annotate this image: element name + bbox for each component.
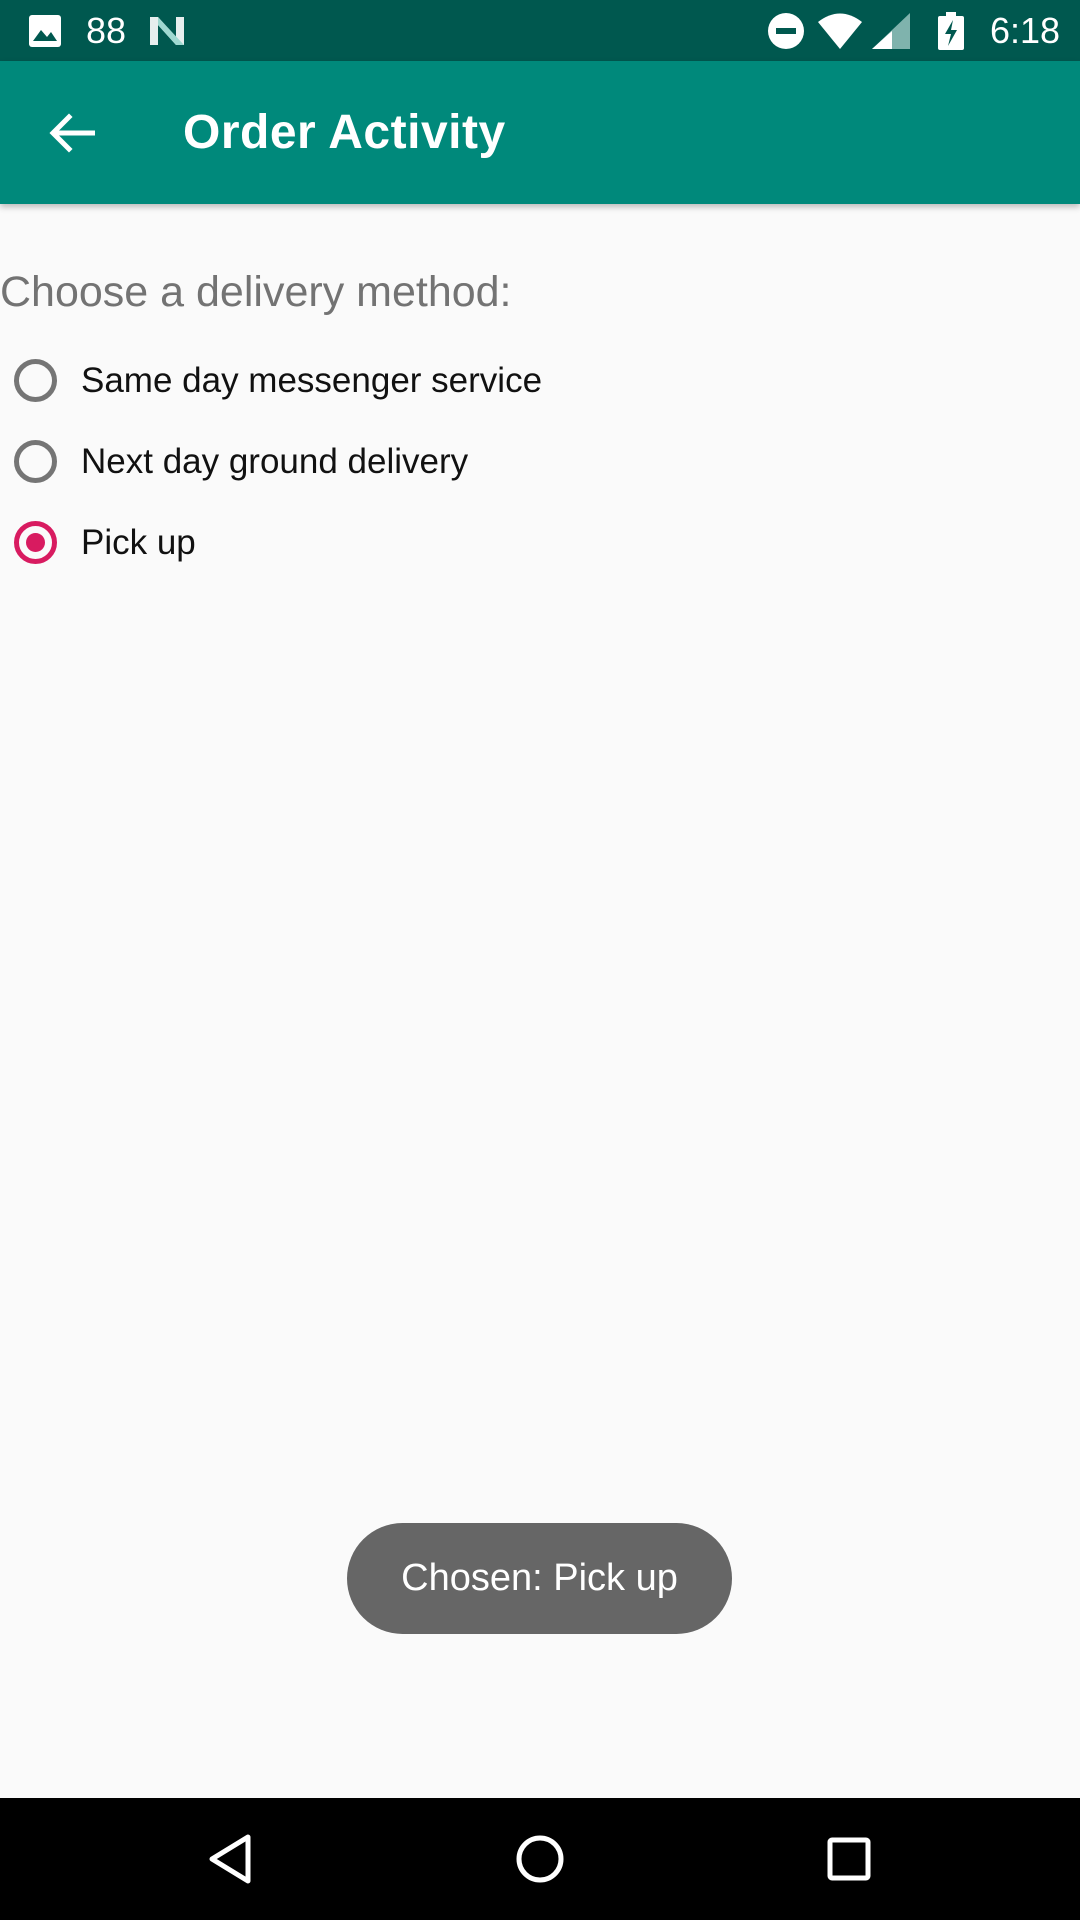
delivery-method-prompt: Choose a delivery method: (0, 268, 512, 316)
notification-count: 88 (86, 9, 127, 51)
arrow-back-icon (49, 113, 95, 153)
do-not-disturb-icon (767, 0, 805, 61)
status-bar: 88 6:18 (0, 0, 1080, 61)
nav-back-icon (209, 1834, 251, 1884)
photo-icon (28, 0, 62, 61)
nav-back-button[interactable] (181, 1809, 281, 1909)
radio-option-pick-up[interactable]: Pick up (0, 506, 1080, 587)
wifi-icon (818, 0, 862, 61)
radio-label[interactable]: Same day messenger service (81, 344, 542, 418)
cell-signal-icon (872, 0, 910, 61)
toast-message: Chosen: Pick up (347, 1523, 732, 1634)
back-button[interactable] (36, 97, 108, 169)
app-bar: Order Activity (0, 61, 1080, 204)
radio-label[interactable]: Pick up (81, 506, 196, 580)
status-time: 6:18 (990, 9, 1061, 51)
page-title: Order Activity (183, 106, 506, 159)
radio-option-next-day[interactable]: Next day ground delivery (0, 425, 1080, 506)
nav-home-icon (516, 1835, 564, 1883)
nav-recents-button[interactable] (799, 1809, 899, 1909)
radio-option-same-day[interactable]: Same day messenger service (0, 344, 1080, 425)
delivery-method-radio-group: Same day messenger service Next day grou… (0, 344, 1080, 587)
radio-button-unchecked[interactable] (14, 359, 57, 402)
battery-charging-icon (938, 0, 964, 61)
system-nav-bar (0, 1798, 1080, 1920)
n-logo-icon (148, 0, 186, 61)
radio-button-unchecked[interactable] (14, 440, 57, 483)
nav-recents-icon (827, 1837, 871, 1881)
radio-label[interactable]: Next day ground delivery (81, 425, 468, 499)
nav-home-button[interactable] (490, 1809, 590, 1909)
radio-button-checked[interactable] (14, 521, 57, 564)
